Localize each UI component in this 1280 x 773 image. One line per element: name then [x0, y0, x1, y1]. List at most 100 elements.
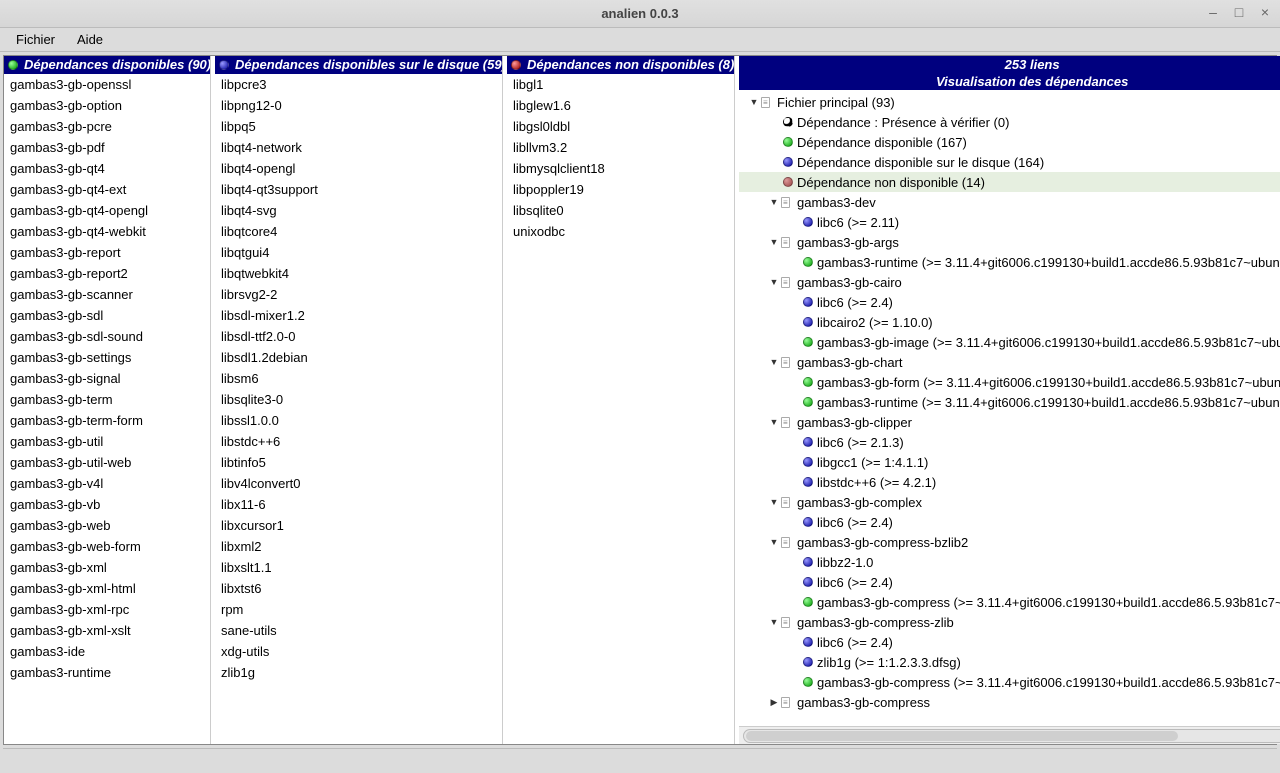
- list-item[interactable]: gambas3-gb-report: [4, 242, 210, 263]
- tree-row[interactable]: ▼gambas3-gb-chart: [739, 352, 1280, 372]
- dependency-tree[interactable]: ▼Fichier principal (93)Dépendance : Prés…: [739, 90, 1280, 726]
- disk-list[interactable]: libpcre3libpng12-0libpq5libqt4-networkli…: [215, 74, 502, 744]
- list-item[interactable]: libqt4-opengl: [215, 158, 502, 179]
- list-item[interactable]: libqt4-svg: [215, 200, 502, 221]
- list-item[interactable]: rpm: [215, 599, 502, 620]
- list-item[interactable]: unixodbc: [507, 221, 734, 242]
- tree-row[interactable]: libc6 (>= 2.11): [739, 212, 1280, 232]
- list-item[interactable]: gambas3-gb-web: [4, 515, 210, 536]
- list-item[interactable]: sane-utils: [215, 620, 502, 641]
- list-item[interactable]: gambas3-ide: [4, 641, 210, 662]
- list-item[interactable]: xdg-utils: [215, 641, 502, 662]
- list-item[interactable]: gambas3-gb-xml-xslt: [4, 620, 210, 641]
- expand-twisty[interactable]: ▶: [767, 697, 781, 708]
- tree-row[interactable]: libc6 (>= 2.1.3): [739, 432, 1280, 452]
- tree-row[interactable]: ▼gambas3-gb-cairo: [739, 272, 1280, 292]
- list-item[interactable]: libxtst6: [215, 578, 502, 599]
- list-item[interactable]: libxcursor1: [215, 515, 502, 536]
- list-item[interactable]: gambas3-gb-pcre: [4, 116, 210, 137]
- list-item[interactable]: libgsl0ldbl: [507, 116, 734, 137]
- list-item[interactable]: gambas3-gb-report2: [4, 263, 210, 284]
- list-item[interactable]: gambas3-gb-qt4: [4, 158, 210, 179]
- list-item[interactable]: gambas3-gb-util: [4, 431, 210, 452]
- list-item[interactable]: gambas3-gb-v4l: [4, 473, 210, 494]
- list-item[interactable]: libv4lconvert0: [215, 473, 502, 494]
- tree-row[interactable]: ▼gambas3-gb-args: [739, 232, 1280, 252]
- list-item[interactable]: gambas3-gb-qt4-ext: [4, 179, 210, 200]
- list-item[interactable]: libsm6: [215, 368, 502, 389]
- list-item[interactable]: gambas3-gb-xml: [4, 557, 210, 578]
- tree-row[interactable]: Dépendance non disponible (14): [739, 172, 1280, 192]
- list-item[interactable]: libllvm3.2: [507, 137, 734, 158]
- expand-twisty[interactable]: ▼: [767, 417, 781, 427]
- list-item[interactable]: gambas3-runtime: [4, 662, 210, 683]
- list-item[interactable]: gambas3-gb-settings: [4, 347, 210, 368]
- list-item[interactable]: libqt4-network: [215, 137, 502, 158]
- tree-row[interactable]: libstdc++6 (>= 4.2.1): [739, 472, 1280, 492]
- list-item[interactable]: libxml2: [215, 536, 502, 557]
- list-item[interactable]: gambas3-gb-term-form: [4, 410, 210, 431]
- list-item[interactable]: libqtcore4: [215, 221, 502, 242]
- list-item[interactable]: libpcre3: [215, 74, 502, 95]
- tree-row[interactable]: gambas3-gb-compress (>= 3.11.4+git6006.c…: [739, 592, 1280, 612]
- tree-row[interactable]: libc6 (>= 2.4): [739, 572, 1280, 592]
- list-item[interactable]: gambas3-gb-sdl: [4, 305, 210, 326]
- tree-row[interactable]: libbz2-1.0: [739, 552, 1280, 572]
- list-item[interactable]: libsdl1.2debian: [215, 347, 502, 368]
- list-item[interactable]: libqt4-qt3support: [215, 179, 502, 200]
- expand-twisty[interactable]: ▼: [767, 277, 781, 287]
- hscroll-thumb[interactable]: [746, 731, 1178, 741]
- tree-row[interactable]: Dépendance disponible sur le disque (164…: [739, 152, 1280, 172]
- list-item[interactable]: libpng12-0: [215, 95, 502, 116]
- expand-twisty[interactable]: ▼: [767, 197, 781, 207]
- list-item[interactable]: libstdc++6: [215, 431, 502, 452]
- tree-row[interactable]: ▶gambas3-gb-compress: [739, 692, 1280, 712]
- tree-row[interactable]: zlib1g (>= 1:1.2.3.3.dfsg): [739, 652, 1280, 672]
- tree-row[interactable]: libc6 (>= 2.4): [739, 512, 1280, 532]
- list-item[interactable]: gambas3-gb-signal: [4, 368, 210, 389]
- tree-row[interactable]: gambas3-gb-compress (>= 3.11.4+git6006.c…: [739, 672, 1280, 692]
- list-item[interactable]: libgl1: [507, 74, 734, 95]
- list-item[interactable]: libpq5: [215, 116, 502, 137]
- available-list[interactable]: gambas3-gb-opensslgambas3-gb-optiongamba…: [4, 74, 210, 744]
- list-item[interactable]: librsvg2-2: [215, 284, 502, 305]
- list-item[interactable]: libqtgui4: [215, 242, 502, 263]
- list-item[interactable]: libqtwebkit4: [215, 263, 502, 284]
- unavailable-list[interactable]: libgl1libglew1.6libgsl0ldbllibllvm3.2 lib…: [507, 74, 734, 744]
- tree-row[interactable]: ▼gambas3-gb-compress-zlib: [739, 612, 1280, 632]
- tree-row[interactable]: libgcc1 (>= 1:4.1.1): [739, 452, 1280, 472]
- list-item[interactable]: gambas3-gb-term: [4, 389, 210, 410]
- expand-twisty[interactable]: ▼: [767, 357, 781, 367]
- list-item[interactable]: libxslt1.1: [215, 557, 502, 578]
- list-item[interactable]: gambas3-gb-xml-rpc: [4, 599, 210, 620]
- tree-row[interactable]: gambas3-gb-image (>= 3.11.4+git6006.c199…: [739, 332, 1280, 352]
- list-item[interactable]: gambas3-gb-sdl-sound: [4, 326, 210, 347]
- list-item[interactable]: libssl1.0.0: [215, 410, 502, 431]
- list-item[interactable]: gambas3-gb-xml-html: [4, 578, 210, 599]
- list-item[interactable]: libglew1.6: [507, 95, 734, 116]
- list-item[interactable]: gambas3-gb-openssl: [4, 74, 210, 95]
- list-item[interactable]: gambas3-gb-util-web: [4, 452, 210, 473]
- menu-file[interactable]: Fichier: [6, 30, 65, 49]
- expand-twisty[interactable]: ▼: [767, 617, 781, 627]
- tree-row[interactable]: libc6 (>= 2.4): [739, 632, 1280, 652]
- expand-twisty[interactable]: ▼: [747, 97, 761, 107]
- menu-help[interactable]: Aide: [67, 30, 113, 49]
- tree-row[interactable]: Dépendance : Présence à vérifier (0): [739, 112, 1280, 132]
- tree-row[interactable]: ▼gambas3-gb-compress-bzlib2: [739, 532, 1280, 552]
- tree-row[interactable]: libcairo2 (>= 1.10.0): [739, 312, 1280, 332]
- list-item[interactable]: gambas3-gb-qt4-opengl: [4, 200, 210, 221]
- list-item[interactable]: libsqlite3-0: [215, 389, 502, 410]
- list-item[interactable]: gambas3-gb-scanner: [4, 284, 210, 305]
- expand-twisty[interactable]: ▼: [767, 237, 781, 247]
- tree-row[interactable]: ▼gambas3-gb-complex: [739, 492, 1280, 512]
- list-item[interactable]: libx11-6: [215, 494, 502, 515]
- list-item[interactable]: libtinfo5: [215, 452, 502, 473]
- minimize-button[interactable]: –: [1204, 4, 1222, 20]
- list-item[interactable]: gambas3-gb-vb: [4, 494, 210, 515]
- list-item[interactable]: zlib1g: [215, 662, 502, 683]
- list-item[interactable]: gambas3-gb-qt4-webkit: [4, 221, 210, 242]
- list-item[interactable]: libsqlite0: [507, 200, 734, 221]
- close-button[interactable]: ×: [1256, 4, 1274, 20]
- tree-row[interactable]: gambas3-runtime (>= 3.11.4+git6006.c1991…: [739, 252, 1280, 272]
